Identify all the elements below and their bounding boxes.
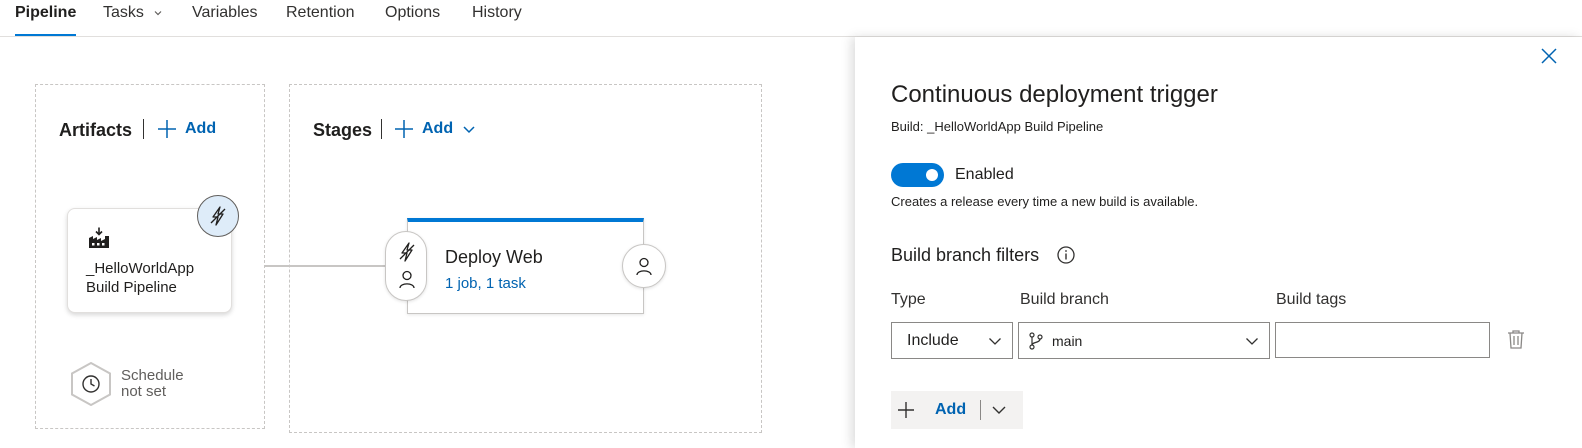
close-panel-button[interactable] bbox=[1538, 45, 1560, 67]
build-branch-filters-title: Build branch filters bbox=[891, 245, 1040, 265]
add-artifact-label: Add bbox=[185, 120, 217, 137]
type-column-header: Type bbox=[891, 291, 926, 308]
separator bbox=[143, 119, 144, 139]
tab-variables[interactable]: Variables bbox=[192, 4, 258, 36]
plus-icon bbox=[395, 120, 413, 138]
build-pipeline-icon bbox=[89, 227, 109, 248]
enabled-toggle[interactable] bbox=[891, 163, 944, 187]
tab-options[interactable]: Options bbox=[385, 4, 440, 36]
stage-name: Deploy Web bbox=[445, 247, 543, 267]
add-stage-button[interactable]: Add bbox=[394, 118, 484, 140]
pre-deployment-approvals-button[interactable] bbox=[396, 268, 418, 290]
pre-deployment-conditions bbox=[385, 231, 427, 301]
stage-tasks-link[interactable]: 1 job, 1 task bbox=[445, 275, 526, 292]
artifact-name-line2: Build Pipeline bbox=[86, 279, 177, 296]
tab-retention[interactable]: Retention bbox=[286, 4, 355, 36]
build-branch-dropdown[interactable]: main bbox=[1018, 322, 1270, 359]
stage-card-deploy-web[interactable]: Deploy Web 1 job, 1 task bbox=[407, 218, 644, 314]
schedule-line1: Schedule bbox=[121, 367, 184, 384]
toggle-knob bbox=[926, 169, 938, 181]
schedule-button[interactable] bbox=[70, 362, 112, 406]
chevron-down-icon bbox=[154, 10, 162, 16]
stages-title: Stages bbox=[313, 120, 373, 140]
add-artifact-button[interactable]: Add bbox=[157, 118, 216, 140]
continuous-deployment-trigger-panel: Continuous deployment trigger Build: _He… bbox=[855, 37, 1582, 448]
person-icon bbox=[636, 257, 652, 276]
panel-title: Continuous deployment trigger bbox=[891, 81, 1218, 108]
plus-icon bbox=[898, 402, 914, 418]
schedule-line2: not set bbox=[121, 383, 167, 400]
artifact-name: _HelloWorldApp Build Pipeline bbox=[86, 259, 194, 297]
chevron-down-icon bbox=[992, 406, 1006, 414]
chevron-down-icon bbox=[989, 338, 1001, 345]
build-tags-column-header: Build tags bbox=[1276, 291, 1347, 308]
lightning-icon bbox=[399, 242, 415, 262]
chevron-down-icon bbox=[1246, 338, 1258, 345]
lightning-icon bbox=[210, 206, 226, 226]
add-stage-label: Add bbox=[422, 120, 454, 137]
chevron-down-icon bbox=[463, 126, 475, 134]
close-icon bbox=[1541, 48, 1557, 64]
artifact-name-line1: _HelloWorldApp bbox=[86, 260, 195, 277]
info-icon[interactable] bbox=[1056, 245, 1076, 265]
pivot-tab-bar: Pipeline Tasks Variables Retention Optio… bbox=[0, 0, 1582, 37]
separator bbox=[381, 119, 382, 139]
pre-deployment-trigger-button[interactable] bbox=[396, 241, 418, 263]
type-dropdown[interactable]: Include bbox=[891, 322, 1013, 359]
add-filter-menu-button[interactable] bbox=[981, 391, 1017, 429]
post-deployment-approvals-button[interactable] bbox=[622, 244, 666, 288]
delete-filter-button[interactable] bbox=[1505, 327, 1527, 351]
add-filter-button[interactable]: Add bbox=[891, 391, 966, 429]
tab-tasks-label: Tasks bbox=[103, 4, 144, 21]
toggle-description: Creates a release every time a new build… bbox=[891, 194, 1199, 209]
build-tags-input[interactable] bbox=[1275, 322, 1490, 358]
plus-icon bbox=[158, 120, 176, 138]
schedule-status: Schedule not set bbox=[121, 368, 184, 400]
toggle-label: Enabled bbox=[955, 166, 1014, 183]
artifacts-title: Artifacts bbox=[59, 120, 133, 140]
tab-history[interactable]: History bbox=[472, 4, 522, 36]
person-icon bbox=[399, 270, 415, 289]
add-filter-split-button: Add bbox=[891, 391, 1023, 429]
build-branch-column-header: Build branch bbox=[1020, 291, 1109, 308]
continuous-deployment-trigger-button[interactable] bbox=[197, 195, 239, 237]
build-branch-value: main bbox=[1052, 332, 1083, 349]
add-filter-label: Add bbox=[935, 401, 967, 418]
tab-pipeline[interactable]: Pipeline bbox=[15, 4, 77, 36]
tab-tasks[interactable]: Tasks bbox=[103, 4, 164, 36]
trash-icon bbox=[1508, 330, 1524, 349]
panel-subtitle: Build: _HelloWorldApp Build Pipeline bbox=[891, 119, 1104, 134]
branch-icon bbox=[1029, 331, 1043, 350]
type-dropdown-value: Include bbox=[907, 331, 959, 349]
